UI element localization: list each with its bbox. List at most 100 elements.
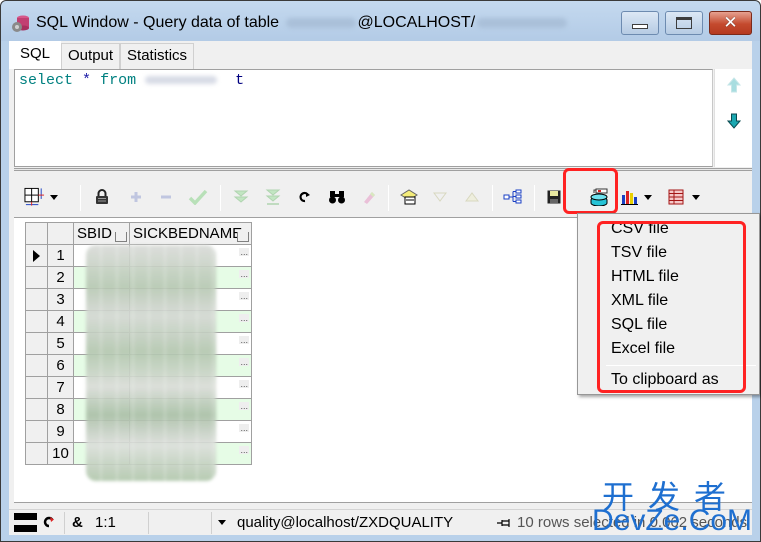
next-statement-icon[interactable] <box>727 113 741 129</box>
edit-data-button[interactable] <box>90 179 114 215</box>
row-indicator[interactable] <box>25 398 48 421</box>
query-by-example-button[interactable] <box>396 179 422 215</box>
menu-item-xml[interactable]: XML file <box>611 292 668 310</box>
save-results-button[interactable] <box>542 179 566 215</box>
results-toolbar <box>14 179 752 215</box>
tab-output[interactable]: Output <box>61 43 121 69</box>
menu-item-clipboard[interactable]: To clipboard as <box>611 371 719 389</box>
row-number[interactable]: 1 <box>47 244 74 267</box>
refresh-status-icon[interactable] <box>43 516 55 528</box>
cell-editor-button[interactable]: ... <box>239 270 249 279</box>
row-number[interactable]: 8 <box>47 398 74 421</box>
sql-star: * <box>82 72 92 89</box>
row-indicator[interactable] <box>25 244 48 267</box>
cell-editor-button[interactable]: ... <box>239 402 249 411</box>
row-indicator[interactable] <box>25 376 48 399</box>
close-button[interactable]: ✕ <box>709 11 752 35</box>
chevron-down-icon <box>50 194 58 200</box>
connection-dropdown-icon[interactable] <box>218 520 226 525</box>
maximize-icon <box>676 17 692 29</box>
row-indicator[interactable] <box>25 332 48 355</box>
toolbar-separator <box>388 185 389 211</box>
chart-button[interactable] <box>618 179 654 215</box>
column-label: SICKBEDNAME <box>133 225 243 242</box>
cell-editor-button[interactable]: ... <box>239 314 249 323</box>
column-header-sickbedname[interactable]: SICKBEDNAME <box>129 222 252 245</box>
indicator-header <box>25 222 48 245</box>
clear-records-button[interactable] <box>356 179 382 215</box>
column-header-sbid[interactable]: SBID <box>73 222 130 245</box>
find-button[interactable] <box>324 179 350 215</box>
binoculars-icon <box>329 191 345 204</box>
current-row-arrow-icon <box>33 249 40 262</box>
plus-icon <box>131 192 141 202</box>
refresh-button[interactable] <box>294 179 316 215</box>
row-number[interactable]: 2 <box>47 266 74 289</box>
next-match-button[interactable] <box>428 179 452 215</box>
row-number[interactable]: 5 <box>47 332 74 355</box>
sort-button[interactable] <box>237 232 249 242</box>
cell-editor-button[interactable]: ... <box>239 248 249 257</box>
tab-sql[interactable]: SQL <box>9 41 62 69</box>
minimize-button[interactable] <box>621 11 659 35</box>
editor-mode-icon[interactable] <box>14 513 37 532</box>
post-changes-button[interactable] <box>184 179 212 215</box>
row-indicator[interactable] <box>25 310 48 333</box>
sql-editor[interactable]: select * from t <box>14 69 713 167</box>
row-indicator[interactable] <box>25 354 48 377</box>
cell-editor-button[interactable]: ... <box>239 292 249 301</box>
row-number[interactable]: 6 <box>47 354 74 377</box>
fetch-last-page-button[interactable] <box>260 179 286 215</box>
maximize-button[interactable] <box>665 11 703 35</box>
single-record-view-button[interactable] <box>24 179 58 215</box>
menu-item-sql[interactable]: SQL file <box>611 316 667 334</box>
cell-editor-button[interactable]: ... <box>239 336 249 345</box>
row-number[interactable]: 4 <box>47 310 74 333</box>
status-bar: & 1:1 quality@localhost/ZXDQUALITY 10 ro… <box>9 509 752 535</box>
pin-icon[interactable] <box>497 518 511 528</box>
toolbar-separator <box>534 185 535 211</box>
substitution-indicator[interactable]: & <box>72 514 83 531</box>
delete-record-button[interactable] <box>154 179 178 215</box>
window-title: SQL Window - Query data of table @LOCALH… <box>36 14 568 32</box>
menu-item-excel[interactable]: Excel file <box>611 340 675 358</box>
row-indicator[interactable] <box>25 288 48 311</box>
previous-statement-icon[interactable] <box>727 77 741 93</box>
row-indicator[interactable] <box>25 266 48 289</box>
status-divider <box>148 512 149 534</box>
cell-editor-button[interactable]: ... <box>239 358 249 367</box>
export-results-button[interactable] <box>584 179 614 215</box>
cell-editor-button[interactable]: ... <box>239 446 249 455</box>
title-host: @LOCALHOST/ <box>357 14 476 31</box>
menu-item-csv[interactable]: CSV file <box>611 220 669 238</box>
grid-layout-button[interactable] <box>664 179 704 215</box>
header-row: SBID SICKBEDNAME <box>25 222 252 245</box>
previous-match-button[interactable] <box>460 179 484 215</box>
row-number[interactable]: 10 <box>47 442 74 465</box>
menu-item-html[interactable]: HTML file <box>611 268 679 286</box>
cell-editor-button[interactable]: ... <box>239 424 249 433</box>
splitter[interactable] <box>14 168 752 171</box>
title-bar[interactable]: SQL Window - Query data of table @LOCALH… <box>1 1 760 41</box>
sort-button[interactable] <box>115 232 127 242</box>
grid-icon <box>24 187 45 206</box>
redacted-table <box>145 76 218 85</box>
chevron-down-icon <box>692 194 700 200</box>
menu-separator <box>606 365 756 366</box>
row-number[interactable]: 3 <box>47 288 74 311</box>
insert-record-button[interactable] <box>124 179 148 215</box>
menu-item-tsv[interactable]: TSV file <box>611 244 667 262</box>
row-indicator[interactable] <box>25 420 48 443</box>
row-number[interactable]: 7 <box>47 376 74 399</box>
link-to-parent-button[interactable] <box>500 179 526 215</box>
fetch-next-icon <box>233 190 249 203</box>
export-db-icon <box>590 188 608 206</box>
row-number[interactable]: 9 <box>47 420 74 443</box>
row-indicator[interactable] <box>25 442 48 465</box>
cell-editor-button[interactable]: ... <box>239 380 249 389</box>
tab-statistics[interactable]: Statistics <box>120 43 195 69</box>
connection-label[interactable]: quality@localhost/ZXDQUALITY <box>237 514 453 531</box>
status-divider <box>211 512 212 534</box>
redacted-table-name <box>285 17 356 28</box>
fetch-next-page-button[interactable] <box>228 179 254 215</box>
